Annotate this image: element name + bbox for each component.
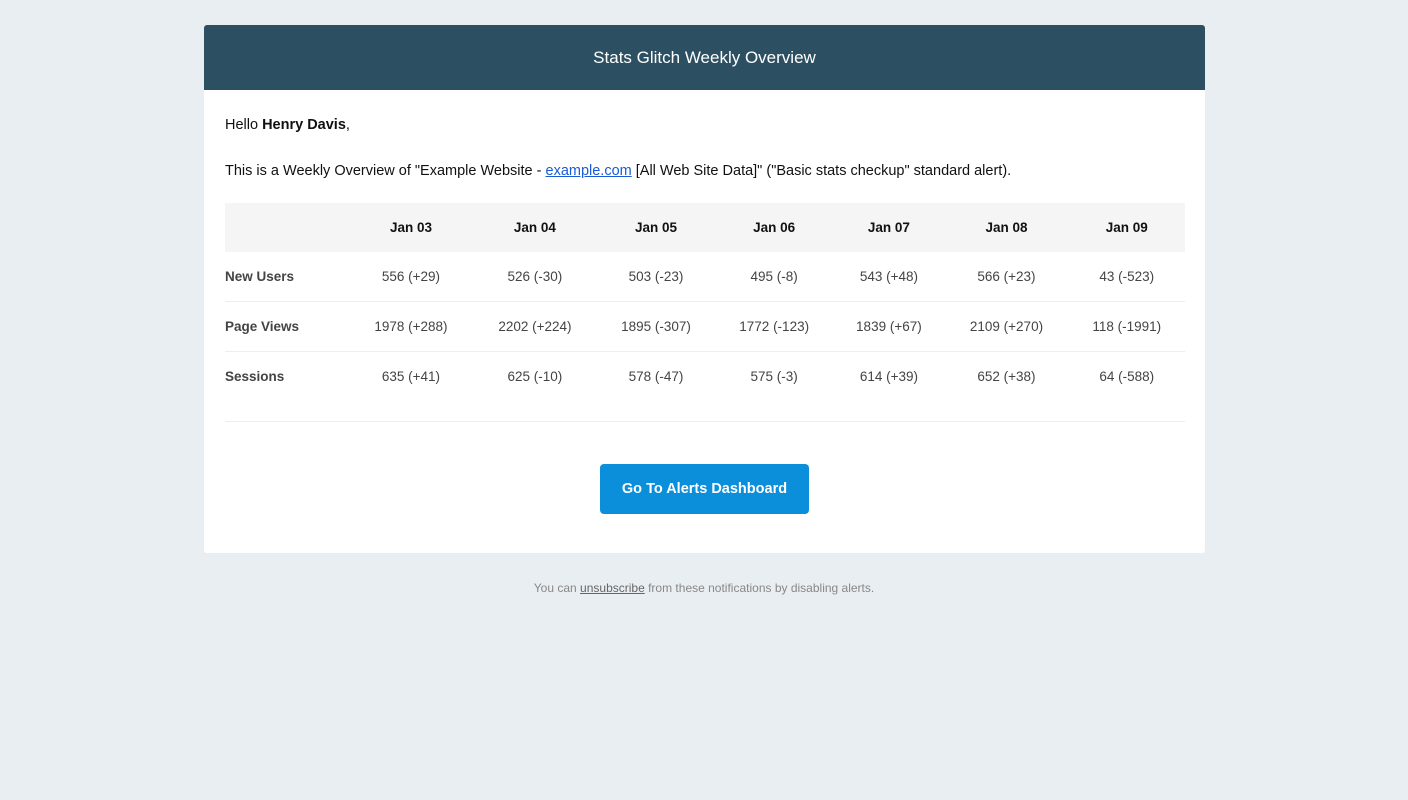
go-to-alerts-dashboard-button[interactable]: Go To Alerts Dashboard — [600, 464, 809, 514]
row-label: New Users — [225, 252, 349, 302]
column-header: Jan 07 — [867, 220, 910, 235]
column-header: Jan 03 — [389, 220, 432, 235]
row-label: Page Views — [225, 301, 349, 352]
table-cell: 526 (-30) — [472, 252, 597, 302]
email-header: Stats Glitch Weekly Overview — [204, 25, 1205, 90]
footer-text-before: You can — [533, 581, 581, 595]
table-cell: 1772 (-123) — [715, 301, 834, 352]
table-cell: 1895 (-307) — [596, 301, 716, 352]
column-header: Jan 08 — [985, 220, 1028, 235]
email-title: Stats Glitch Weekly Overview — [593, 47, 816, 67]
table-cell: 635 (+41) — [381, 369, 441, 384]
email-card: Stats Glitch Weekly Overview Hello Henry… — [204, 25, 1205, 553]
website-link[interactable]: example.com — [546, 163, 632, 179]
column-header: Jan 04 — [513, 220, 556, 235]
table-header-row: Jan 03 Jan 04 Jan 05 Jan 06 Jan 07 Jan 0… — [225, 203, 1185, 252]
table-cell: 495 (-8) — [715, 252, 834, 302]
email-content: Hello Henry Davis, This is a Weekly Over… — [204, 116, 1205, 514]
table-cell: 543 (+48) — [833, 252, 945, 302]
table-cell: 652 (+38) — [977, 369, 1036, 384]
table-cell: 2109 (+270) — [944, 301, 1069, 352]
greeting-suffix: , — [345, 117, 350, 133]
intro-text-after: [All Web Site Data]" ("Basic stats check… — [631, 163, 1012, 179]
cta-wrapper: Go To Alerts Dashboard — [225, 464, 1184, 514]
table-cell: 1839 (+67) — [833, 301, 945, 352]
empty-header-cell — [225, 203, 349, 252]
table-cell: 625 (-10) — [507, 369, 563, 384]
table-row: Sessions 635 (+41) 625 (-10) 578 (-47) 5… — [225, 352, 1185, 402]
recipient-name: Henry Davis — [262, 117, 346, 133]
table-cell: 575 (-3) — [750, 369, 798, 384]
stats-table: Jan 03 Jan 04 Jan 05 Jan 06 Jan 07 Jan 0… — [225, 203, 1185, 401]
greeting-line: Hello Henry Davis, — [225, 116, 1184, 134]
table-cell: 64 (-588) — [1099, 369, 1155, 384]
table-row: Page Views 1978 (+288) 2202 (+224) 1895 … — [225, 301, 1185, 352]
intro-paragraph: This is a Weekly Overview of "Example We… — [225, 162, 1184, 180]
table-cell: 578 (-47) — [628, 369, 684, 384]
row-label: Sessions — [225, 369, 285, 384]
column-header: Jan 09 — [1105, 220, 1148, 235]
column-header: Jan 05 — [634, 220, 677, 235]
unsubscribe-link[interactable]: unsubscribe — [580, 581, 645, 595]
table-cell: 556 (+29) — [349, 252, 473, 302]
table-cell: 503 (-23) — [596, 252, 716, 302]
table-cell: 1978 (+288) — [349, 301, 473, 352]
footer-note: You can unsubscribe from these notificat… — [0, 581, 1408, 595]
divider — [225, 421, 1185, 422]
table-cell: 43 (-523) — [1068, 252, 1185, 302]
table-cell: 118 (-1991) — [1068, 301, 1185, 352]
table-cell: 2202 (+224) — [472, 301, 597, 352]
footer-text-after: from these notifications by disabling al… — [644, 581, 875, 595]
intro-text-before: This is a Weekly Overview of "Example We… — [225, 163, 546, 179]
column-header: Jan 06 — [753, 220, 796, 235]
greeting-prefix: Hello — [225, 117, 263, 133]
table-row: New Users 556 (+29) 526 (-30) 503 (-23) … — [225, 252, 1185, 302]
table-cell: 566 (+23) — [944, 252, 1069, 302]
table-cell: 614 (+39) — [859, 369, 918, 384]
